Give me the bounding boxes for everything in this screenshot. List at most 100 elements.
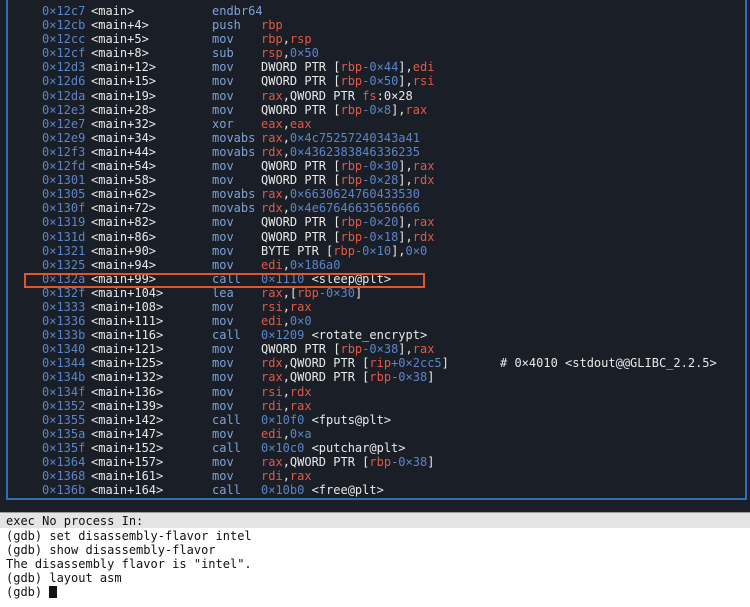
instruction-address: 0×135f [42,440,86,455]
immediate-token: -0×20 [362,215,399,230]
command-input-line[interactable]: (gdb) [6,585,746,599]
symbol-offset: <main+19> [91,88,157,103]
asm-row[interactable]: 0×1319 <main+82> mov QWORD PTR [rbp-0×20],r… [0,215,750,229]
symbol-offset: <main+90> [91,243,157,258]
mnemonic: movabs [212,144,256,159]
mnemonic: movabs [212,201,256,216]
register-token: rsi [261,384,283,399]
asm-row[interactable]: 0×1344 <main+125> mov rdx,QWORD PTR [rip+0×… [0,356,750,370]
operands: QWORD PTR [rbp-0×30],rax [261,159,434,173]
symbol-offset: <main+164> [91,483,164,498]
asm-row[interactable]: 0×134f <main+136> mov rsi,rdx [0,385,750,399]
operands: 0×10b0 <free@plt> [261,483,384,497]
instruction-address: 0×12f3 [42,144,86,159]
operand-text: , [282,398,290,413]
immediate-token: 0×1209 [261,328,312,343]
asm-row[interactable]: 0×12f3 <main+44> movabs rdx,0×4362383846336… [0,145,750,159]
operand-text: ,QWORD PTR [282,88,363,103]
symbol-offset: <main+111> [91,314,164,329]
asm-row[interactable]: 0×12cf <main+8> sub rsp,0×50 [0,46,750,60]
asm-row[interactable]: 0×12d3 <main+12> mov DWORD PTR [rbp-0×44],e… [0,60,750,74]
symbol-offset: <main+32> [91,116,157,131]
immediate-token: 0×6630624760433530 [289,187,420,202]
operand-text: ,QWORD PTR [ [282,370,370,385]
gdb-prompt: (gdb) [6,585,50,600]
asm-row[interactable]: 0×136b <main+164> call 0×10b0 <free@plt> [0,483,750,497]
operand-text: ,QWORD PTR [ [282,455,370,469]
instruction-address: 0×1364 [42,455,86,469]
asm-row[interactable]: 0×1352 <main+139> mov rdi,rax [0,399,750,413]
immediate-token: 0×10c0 [261,440,312,455]
asm-row[interactable]: 0×12e3 <main+28> mov QWORD PTR [rbp-0×8],ra… [0,103,750,117]
asm-row[interactable]: 0×12cc <main+5> mov rbp,rsp [0,32,750,46]
operands: rax,0×4c75257240343a41 [261,131,420,145]
asm-row[interactable]: 0×134b <main+132> mov rax,QWORD PTR [rbp-0×… [0,370,750,384]
symbol-offset: <main+157> [91,455,164,469]
instruction-address: 0×1368 [42,469,86,484]
instruction-address: 0×134b [42,370,86,385]
instruction-address: 0×12cc [42,32,86,47]
register-token: rax [261,187,283,202]
symbol-offset: <main+121> [91,342,164,357]
asm-row[interactable]: 0×12e9 <main+34> movabs rax,0×4c75257240343… [0,131,750,145]
asm-row[interactable]: 0×12da <main+19> mov rax,QWORD PTR fs:0×28 [0,89,750,103]
operand-text: :0×28 [376,88,413,103]
asm-row[interactable]: 0×1336 <main+111> mov edi,0×0 [0,314,750,328]
immediate-token: -0×50 [362,74,399,89]
instruction-address: 0×136b [42,483,86,498]
asm-row[interactable]: 0×1355 <main+142> call 0×10f0 <fputs@plt> [0,413,750,427]
immediate-token: 0×4362383846336235 [289,144,420,159]
asm-row[interactable]: 0×130f <main+72> movabs rdx,0×4e67646635656… [0,201,750,215]
operand-text: ], [391,243,406,258]
symbol-offset: <main+82> [91,215,157,230]
asm-row[interactable]: 0×1333 <main+108> mov rsi,rax [0,300,750,314]
asm-row[interactable]: 0×12cb <main+4> push rbp [0,18,750,32]
immediate-token: 0×4e67646635656666 [289,201,420,216]
mnemonic: mov [212,384,234,399]
asm-pane[interactable]: 0×12c7 <main> endbr64 0×12cb <main+4> push rbp… [0,0,750,512]
mnemonic: mov [212,229,234,244]
operand-text: ], [398,173,413,188]
mnemonic: mov [212,398,234,413]
asm-row[interactable]: 0×12fd <main+54> mov QWORD PTR [rbp-0×30],r… [0,159,750,173]
register-token: rax [412,215,435,230]
instruction-address: 0×1344 [42,356,86,371]
asm-row[interactable]: 0×1368 <main+161> mov rdi,rax [0,469,750,483]
asm-row[interactable]: 0×1305 <main+62> movabs rax,0×6630624760433… [0,187,750,201]
operand-text: QWORD PTR [ [261,102,341,117]
asm-row[interactable]: 0×1301 <main+58> mov QWORD PTR [rbp-0×28],r… [0,173,750,187]
mnemonic: call [212,440,241,455]
instruction-address: 0×12da [42,88,86,103]
asm-row[interactable]: 0×133b <main+116> call 0×1209 <rotate_encry… [0,328,750,342]
register-token: rbp [340,159,363,174]
instruction-address: 0×1321 [42,243,86,258]
register-token: rax [289,469,312,484]
immediate-token: -0×38 [391,455,428,469]
instruction-address: 0×1301 [42,173,86,188]
instruction-address: 0×12cb [42,18,86,33]
console-line: (gdb) show disassembly-flavor [6,543,216,558]
register-token: rdx [412,229,435,244]
operands: rax,0×6630624760433530 [261,187,420,201]
asm-row[interactable]: 0×1325 <main+94> mov edi,0×186a0 [0,258,750,272]
asm-row[interactable]: 0×12d6 <main+15> mov QWORD PTR [rbp-0×50],r… [0,74,750,88]
command-pane[interactable]: exec No process In: (gdb) set disassembl… [0,512,750,607]
symbol-offset: <main+34> [91,130,157,145]
mnemonic: mov [212,299,234,314]
immediate-token: 0×10b0 [261,483,312,498]
mnemonic: sub [212,46,234,61]
symbol-offset: <main+136> [91,384,164,399]
asm-row[interactable]: 0×12e7 <main+32> xor eax,eax [0,117,750,131]
asm-row[interactable]: 0×135a <main+147> mov edi,0×a [0,427,750,441]
register-token: rax [412,159,435,174]
register-token: edi [261,257,283,272]
symbol-offset: <main+139> [91,398,164,413]
asm-row[interactable]: 0×12c7 <main> endbr64 [0,4,750,18]
register-token: rax [261,455,283,469]
asm-row[interactable]: 0×131d <main+86> mov QWORD PTR [rbp-0×18],r… [0,230,750,244]
immediate-token: 0×50 [289,46,319,61]
asm-row[interactable]: 0×135f <main+152> call 0×10c0 <putchar@plt> [0,441,750,455]
asm-row[interactable]: 0×1340 <main+121> mov QWORD PTR [rbp-0×38],… [0,342,750,356]
asm-row[interactable]: 0×1364 <main+157> mov rax,QWORD PTR [rbp-0×… [0,455,750,469]
asm-row[interactable]: 0×1321 <main+90> mov BYTE PTR [rbp-0×10],0×… [0,244,750,258]
